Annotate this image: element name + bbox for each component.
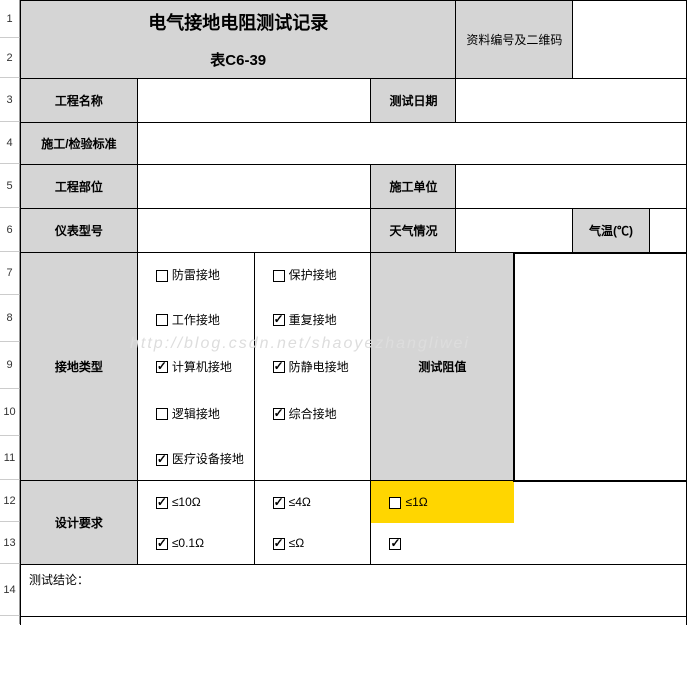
label-std: 施工/检验标准 bbox=[21, 123, 138, 165]
field-instrument[interactable] bbox=[137, 209, 371, 253]
label-project-name: 工程名称 bbox=[21, 79, 138, 123]
doc-title: 电气接地电阻测试记录 bbox=[25, 9, 451, 35]
cb-req-1ohm[interactable]: ≤1Ω bbox=[371, 481, 514, 523]
cb-ground-gongzuo[interactable]: 工作接地 bbox=[137, 296, 254, 343]
label-project-part: 工程部位 bbox=[21, 165, 138, 209]
field-weather[interactable] bbox=[456, 209, 573, 253]
field-project-part[interactable] bbox=[137, 165, 371, 209]
label-test-date: 测试日期 bbox=[371, 79, 456, 123]
label-weather: 天气情况 bbox=[371, 209, 456, 253]
doc-subtitle: 表C6-39 bbox=[25, 49, 451, 70]
cb-ground-fanglei[interactable]: 防雷接地 bbox=[137, 253, 254, 296]
field-construct-unit[interactable] bbox=[456, 165, 687, 209]
cb-req-10ohm[interactable]: ≤10Ω bbox=[137, 481, 254, 523]
cb-ground-jisuanji[interactable]: 计算机接地 bbox=[137, 343, 254, 390]
label-ground-type: 接地类型 bbox=[21, 253, 138, 481]
cb-ground-fangjingdian[interactable]: 防静电接地 bbox=[254, 343, 371, 390]
label-test-value: 测试阻值 bbox=[371, 253, 514, 481]
field-std[interactable] bbox=[137, 123, 686, 165]
cb-req-ohm[interactable]: ≤Ω bbox=[254, 523, 371, 565]
cb-ground-baohu[interactable]: 保护接地 bbox=[254, 253, 371, 296]
label-construct-unit: 施工单位 bbox=[371, 165, 456, 209]
label-temperature: 气温(℃) bbox=[573, 209, 649, 253]
row-numbers: 1 2 3 4 5 6 7 8 9 10 11 12 13 14 bbox=[0, 0, 20, 624]
cb-ground-zonghe[interactable]: 综合接地 bbox=[254, 390, 371, 437]
cb-ground-yiliao[interactable]: 医疗设备接地 bbox=[137, 437, 254, 481]
record-table: 电气接地电阻测试记录 表C6-39 资料编号及二维码 工程名称 测试日期 施工/… bbox=[20, 0, 687, 625]
conclusion-cell[interactable]: 测试结论： bbox=[21, 565, 687, 617]
field-test-value[interactable] bbox=[514, 253, 686, 481]
cb-req-01ohm[interactable]: ≤0.1Ω bbox=[137, 523, 254, 565]
field-project-name[interactable] bbox=[137, 79, 371, 123]
cb-req-4ohm[interactable]: ≤4Ω bbox=[254, 481, 371, 523]
cb-ground-chongfu[interactable]: 重复接地 bbox=[254, 296, 371, 343]
field-test-date[interactable] bbox=[456, 79, 687, 123]
qr-label: 资料编号及二维码 bbox=[456, 1, 573, 79]
field-temperature[interactable] bbox=[649, 209, 686, 253]
cb-req-blank[interactable] bbox=[371, 523, 514, 565]
cb-ground-luoji[interactable]: 逻辑接地 bbox=[137, 390, 254, 437]
label-instrument: 仪表型号 bbox=[21, 209, 138, 253]
label-design-req: 设计要求 bbox=[21, 481, 138, 565]
